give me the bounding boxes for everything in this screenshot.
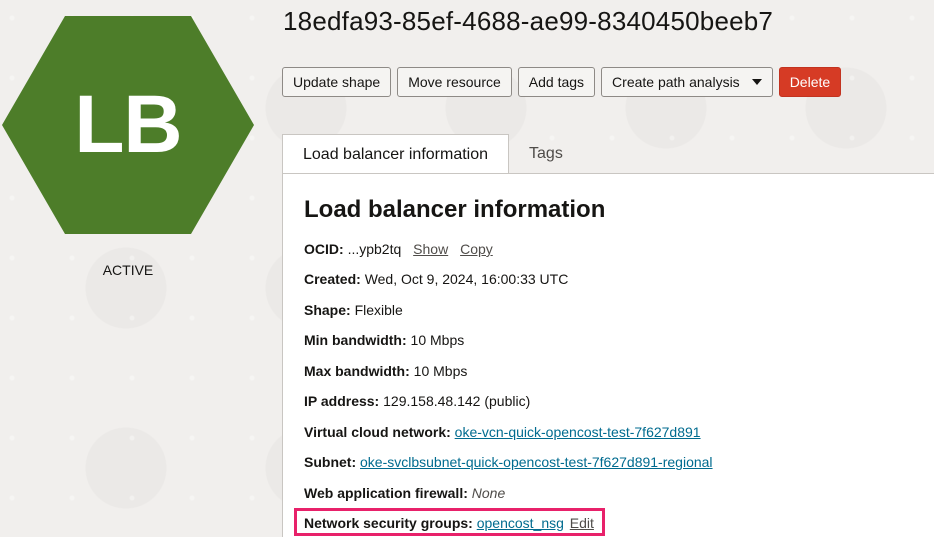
nsg-link[interactable]: opencost_nsg <box>477 515 564 531</box>
waf-key: Web application firewall: <box>304 485 468 501</box>
min-bandwidth-row: Min bandwidth: 10 Mbps <box>304 332 464 348</box>
shape-key: Shape: <box>304 302 351 318</box>
shape-row: Shape: Flexible <box>304 302 403 318</box>
create-path-analysis-label: Create path analysis <box>612 74 740 90</box>
tab-bar: Load balancer information Tags <box>282 134 583 174</box>
ocid-key: OCID: <box>304 241 344 257</box>
info-panel: Load balancer information OCID: ...ypb2t… <box>282 173 934 537</box>
max-bandwidth-row: Max bandwidth: 10 Mbps <box>304 363 467 379</box>
vcn-link[interactable]: oke-vcn-quick-opencost-test-7f627d891 <box>455 424 701 440</box>
panel-heading: Load balancer information <box>304 196 606 223</box>
subnet-link[interactable]: oke-svclbsubnet-quick-opencost-test-7f62… <box>360 454 713 470</box>
subnet-row: Subnet: oke-svclbsubnet-quick-opencost-t… <box>304 454 713 470</box>
max-bandwidth-key: Max bandwidth: <box>304 363 410 379</box>
min-bandwidth-key: Min bandwidth: <box>304 332 407 348</box>
ip-address-value: 129.158.48.142 (public) <box>383 393 531 409</box>
vcn-row: Virtual cloud network: oke-vcn-quick-ope… <box>304 424 701 440</box>
resource-badge: LB <box>2 16 254 234</box>
load-balancer-hexagon-icon: LB <box>2 16 254 234</box>
ip-address-key: IP address: <box>304 393 380 409</box>
delete-button[interactable]: Delete <box>778 67 842 97</box>
add-tags-button[interactable]: Add tags <box>517 67 596 97</box>
update-shape-button[interactable]: Update shape <box>282 67 392 97</box>
create-path-analysis-dropdown[interactable]: Create path analysis <box>601 67 773 97</box>
min-bandwidth-value: 10 Mbps <box>410 332 465 348</box>
nsg-edit-link[interactable]: Edit <box>570 515 594 531</box>
tab-tags[interactable]: Tags <box>509 134 583 174</box>
chevron-down-icon <box>751 79 762 85</box>
waf-row: Web application firewall: None <box>304 485 505 501</box>
ocid-value: ...ypb2tq <box>347 241 402 257</box>
created-row: Created: Wed, Oct 9, 2024, 16:00:33 UTC <box>304 271 568 287</box>
ocid-row: OCID: ...ypb2tq Show Copy <box>304 241 493 257</box>
nsg-key: Network security groups: <box>304 515 473 531</box>
max-bandwidth-value: 10 Mbps <box>413 363 468 379</box>
ip-address-row: IP address: 129.158.48.142 (public) <box>304 393 530 409</box>
created-value: Wed, Oct 9, 2024, 16:00:33 UTC <box>364 271 569 287</box>
action-bar: Update shape Move resource Add tags Crea… <box>282 67 842 97</box>
tab-load-balancer-information[interactable]: Load balancer information <box>282 134 510 174</box>
status-label: ACTIVE <box>102 262 154 278</box>
subnet-key: Subnet: <box>304 454 357 470</box>
ocid-copy-link[interactable]: Copy <box>460 241 493 257</box>
nsg-row: Network security groups: opencost_nsg Ed… <box>304 515 594 531</box>
page-title: 18edfa93-85ef-4688-ae99-8340450beeb7 <box>283 6 774 36</box>
vcn-key: Virtual cloud network: <box>304 424 451 440</box>
move-resource-button[interactable]: Move resource <box>397 67 512 97</box>
ocid-show-link[interactable]: Show <box>413 241 448 257</box>
created-key: Created: <box>304 271 361 287</box>
shape-value: Flexible <box>354 302 403 318</box>
badge-initials: LB <box>74 79 182 170</box>
waf-value: None <box>471 485 506 501</box>
